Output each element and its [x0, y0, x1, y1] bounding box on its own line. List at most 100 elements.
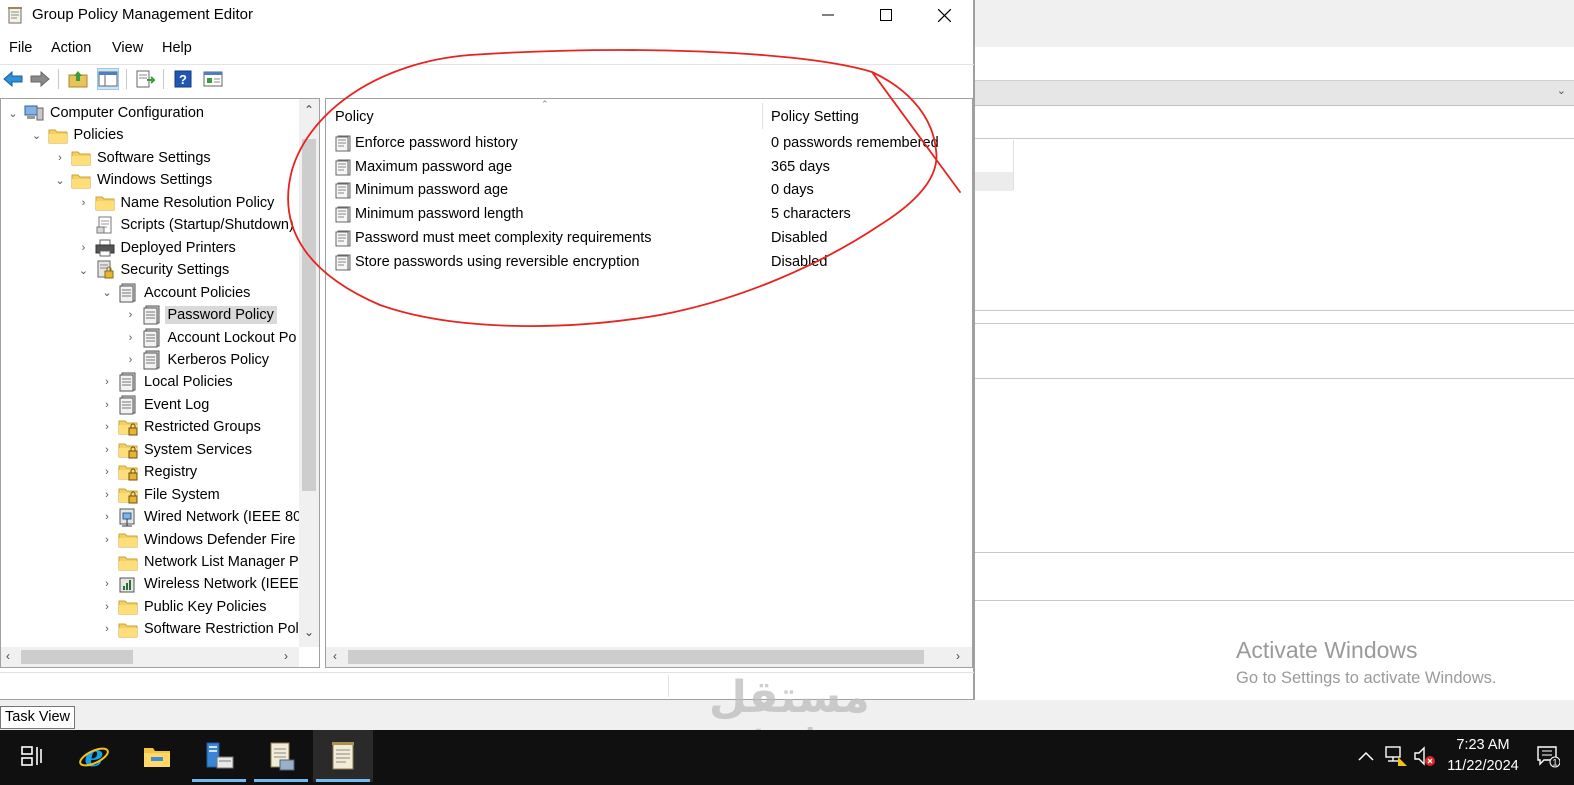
server-manager-button[interactable] [189, 730, 249, 782]
tree-node[interactable]: › Password Policy [124, 304, 277, 326]
tree-node[interactable]: › Local Policies [100, 371, 236, 393]
chevron-down-icon[interactable]: ⌄ [1557, 84, 1566, 97]
tree-vertical-scrollbar[interactable]: ⌃ ⌄ [299, 99, 319, 647]
maximize-button[interactable] [857, 0, 915, 30]
tree-node[interactable]: › Kerberos Policy [124, 349, 273, 371]
chevron-right-icon[interactable]: › [100, 573, 114, 595]
scroll-thumb[interactable] [302, 139, 316, 491]
chevron-right-icon[interactable]: › [77, 192, 91, 214]
policy-row[interactable]: Maximum password age 365 days [326, 156, 972, 179]
details-pane[interactable]: ⌃ Policy Policy Setting Enforce password… [325, 98, 973, 668]
scroll-left-icon[interactable]: ‹ [333, 649, 337, 663]
action-center-button[interactable]: 1 [1536, 744, 1560, 768]
policy-row[interactable]: Store passwords using reversible encrypt… [326, 251, 972, 274]
chevron-right-icon[interactable]: › [100, 394, 114, 416]
chevron-right-icon[interactable]: › [53, 147, 67, 169]
minimize-button[interactable] [799, 0, 857, 30]
tree-horizontal-scrollbar[interactable]: ‹ › [1, 647, 299, 667]
policy-row[interactable]: Minimum password age 0 days [326, 179, 972, 202]
chevron-right-icon[interactable]: › [124, 327, 138, 349]
tree-node[interactable]: › Wired Network (IEEE 80 [100, 506, 304, 528]
close-button[interactable] [915, 0, 973, 30]
title-bar[interactable]: Group Policy Management Editor [0, 0, 974, 32]
column-header-policy-setting[interactable]: Policy Setting [771, 109, 859, 125]
tree-node[interactable]: ⌄ Windows Settings [53, 169, 215, 191]
tree-node[interactable]: › Software Settings [53, 147, 214, 169]
system-clock[interactable]: 7:23 AM 11/22/2024 [1438, 735, 1528, 777]
chevron-down-icon[interactable]: ⌄ [30, 124, 44, 146]
tree-node[interactable]: ⌄ Security Settings [77, 259, 233, 281]
background-selection [975, 172, 1013, 191]
chevron-right-icon[interactable]: › [100, 596, 114, 618]
internet-explorer-button[interactable]: e [64, 730, 124, 782]
chevron-right-icon[interactable]: › [100, 506, 114, 528]
chevron-down-icon[interactable]: ⌄ [53, 169, 67, 191]
chevron-right-icon[interactable]: › [100, 371, 114, 393]
column-header-policy[interactable]: Policy [335, 109, 374, 125]
chevron-right-icon[interactable]: › [124, 349, 138, 371]
chevron-right-icon[interactable]: › [100, 618, 114, 640]
policy-row[interactable]: Enforce password history 0 passwords reme… [326, 132, 972, 155]
chevron-right-icon[interactable]: › [100, 439, 114, 461]
chevron-down-icon[interactable]: ⌄ [100, 282, 114, 304]
menu-help[interactable]: Help [162, 40, 192, 56]
show-hide-tree-icon [98, 71, 118, 87]
chevron-right-icon[interactable]: › [100, 529, 114, 551]
network-status-button[interactable] [1384, 744, 1408, 768]
tree-node[interactable]: › Wireless Network (IEEE 8 [100, 573, 314, 595]
svg-text:?: ? [179, 72, 187, 87]
menu-file[interactable]: File [9, 40, 32, 56]
export-list-button[interactable] [134, 68, 156, 90]
tree-node[interactable]: › Name Resolution Policy [77, 192, 278, 214]
properties-button[interactable] [202, 68, 224, 90]
tree-node[interactable]: › Software Restriction Pol [100, 618, 302, 640]
tree-node[interactable]: ⌄ Computer Configuration [6, 102, 207, 124]
volume-button[interactable] [1412, 744, 1436, 768]
tree-node[interactable]: › Restricted Groups [100, 416, 264, 438]
back-button[interactable] [2, 68, 24, 90]
scroll-right-icon[interactable]: › [956, 649, 960, 663]
chevron-down-icon[interactable]: ⌄ [77, 259, 91, 281]
file-explorer-button[interactable] [127, 730, 187, 782]
tree-node[interactable]: › Windows Defender Fire [100, 529, 299, 551]
chevron-right-icon[interactable]: › [100, 416, 114, 438]
tree-node[interactable]: ⌄ Policies [30, 124, 127, 146]
scroll-right-icon[interactable]: › [284, 649, 288, 663]
tree-node[interactable]: Scripts (Startup/Shutdown) [77, 214, 297, 236]
tree-node[interactable]: ⌄ Account Policies [100, 282, 253, 304]
chevron-right-icon[interactable]: › [77, 237, 91, 259]
up-one-level-button[interactable] [67, 68, 89, 90]
tree-node[interactable]: › Account Lockout Po [124, 327, 300, 349]
scroll-thumb[interactable] [21, 650, 133, 664]
show-hidden-icons-button[interactable] [1354, 744, 1378, 768]
chevron-right-icon[interactable]: › [124, 304, 138, 326]
policy-book-icon [142, 305, 162, 325]
scroll-left-icon[interactable]: ‹ [6, 649, 10, 663]
tree-node[interactable]: › Public Key Policies [100, 596, 270, 618]
tree-node[interactable]: Network List Manager P [100, 551, 302, 573]
group-policy-management-button[interactable] [251, 730, 311, 782]
tree-node[interactable]: › Event Log [100, 394, 212, 416]
column-divider[interactable] [762, 103, 763, 129]
help-button[interactable]: ? [172, 68, 194, 90]
show-hide-tree-button[interactable] [97, 68, 119, 90]
scroll-thumb[interactable] [348, 650, 924, 664]
chevron-right-icon[interactable]: › [100, 461, 114, 483]
policy-row[interactable]: Minimum password length 5 characters [326, 203, 972, 226]
tree-node[interactable]: › System Services [100, 439, 255, 461]
tree-node[interactable]: › Deployed Printers [77, 237, 239, 259]
list-horizontal-scrollbar[interactable]: ‹ › [326, 647, 972, 667]
tree-node[interactable]: › Registry [100, 461, 200, 483]
chevron-down-icon[interactable]: ⌄ [6, 102, 20, 124]
scroll-up-icon[interactable]: ⌃ [304, 103, 314, 117]
menu-action[interactable]: Action [51, 40, 91, 56]
scroll-down-icon[interactable]: ⌄ [304, 625, 314, 639]
forward-button[interactable] [29, 68, 51, 90]
menu-view[interactable]: View [112, 40, 143, 56]
task-view-button[interactable] [2, 730, 62, 782]
console-tree[interactable]: ⌄ Computer Configuration ⌄ Policies › Softwar… [0, 98, 320, 668]
policy-row[interactable]: Password must meet complexity requiremen… [326, 227, 972, 250]
group-policy-editor-button[interactable] [313, 730, 373, 782]
tree-node[interactable]: › File System [100, 484, 223, 506]
chevron-right-icon[interactable]: › [100, 484, 114, 506]
